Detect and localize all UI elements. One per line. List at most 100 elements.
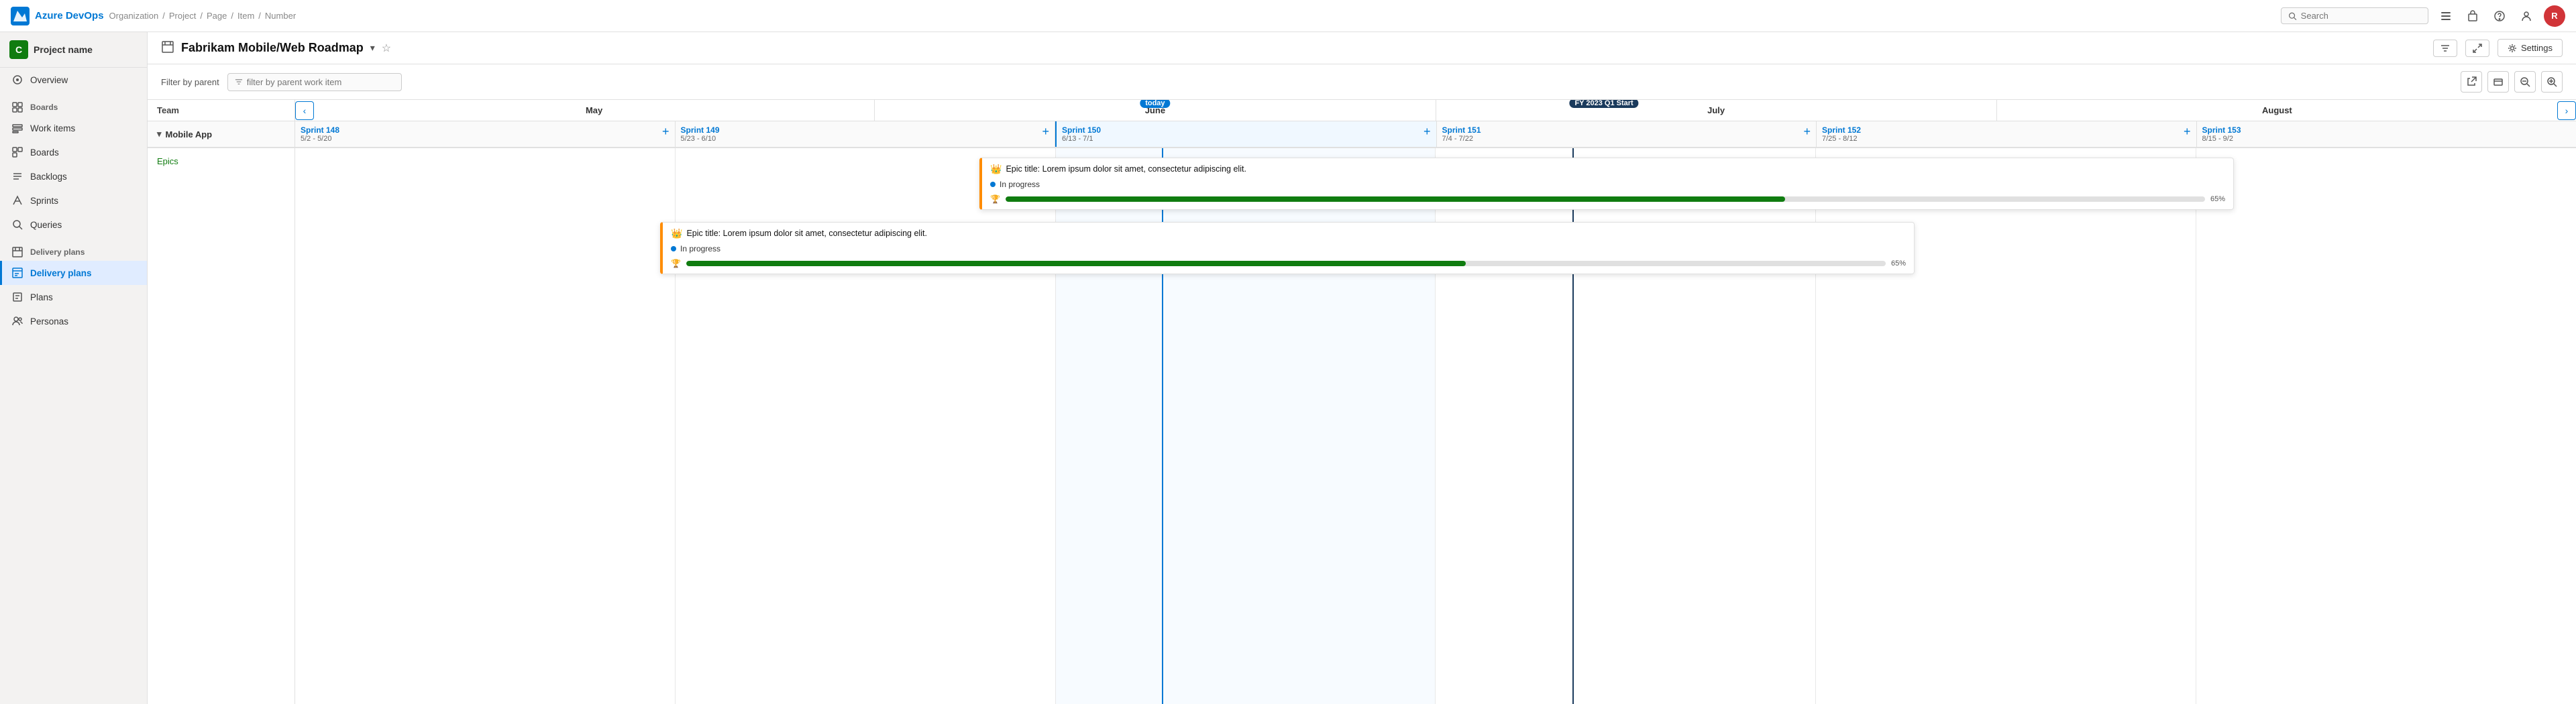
sprints-icon: [11, 194, 23, 207]
next-month-btn[interactable]: ›: [2557, 101, 2576, 120]
team-chevron-icon[interactable]: ▾: [157, 129, 162, 139]
app-logo[interactable]: Azure DevOps: [11, 7, 104, 25]
page-header: Fabrikam Mobile/Web Roadmap ▾ ☆ Settings: [148, 32, 2576, 64]
epic-1-status: In progress: [1000, 180, 1040, 189]
month-may: May: [314, 100, 875, 121]
zoom-out-btn[interactable]: [2514, 71, 2536, 93]
sprint-149-add-btn[interactable]: +: [1042, 125, 1049, 137]
epic-1-crown-icon: 👑: [990, 164, 1002, 175]
sidebar-item-work-items[interactable]: Work items: [0, 116, 147, 140]
roadmap-area: Team ‹ May today June FY 2023 Q1 Start: [148, 100, 2576, 704]
filter-btn[interactable]: [2433, 40, 2457, 57]
sidebar-item-personas[interactable]: Personas: [0, 309, 147, 333]
month-june: today June: [875, 100, 1436, 121]
epic-1-progress-bar: [1006, 196, 2205, 202]
cell-148: [295, 148, 676, 704]
team-label-col: Epics: [148, 148, 295, 704]
top-nav-right: R: [2281, 5, 2565, 27]
delivery-plans-icon: [11, 267, 23, 279]
cell-153: [2196, 148, 2576, 704]
personas-icon: [11, 315, 23, 327]
overview-icon: [11, 74, 23, 86]
filter-icon: [2440, 44, 2450, 53]
search-input[interactable]: [2301, 11, 2421, 21]
sidebar-project[interactable]: C Project name: [0, 32, 147, 68]
list-icon[interactable]: [2436, 7, 2455, 25]
team-type-link[interactable]: Epics: [157, 156, 285, 166]
trophy-icon: 🏆: [990, 194, 1000, 204]
breadcrumb: Organization / Project / Page / Item / N…: [109, 11, 297, 21]
page-header-actions: Settings: [2433, 39, 2563, 57]
roadmap-icon: [161, 40, 174, 56]
sprint-150-add-btn[interactable]: +: [1424, 125, 1431, 137]
help-icon[interactable]: [2490, 7, 2509, 25]
sidebar-item-plans[interactable]: Plans: [0, 285, 147, 309]
user-icon[interactable]: [2517, 7, 2536, 25]
timeline-header: Team ‹ May today June FY 2023 Q1 Start: [148, 100, 2576, 121]
epic-1-progress-fill: [1006, 196, 1785, 202]
search-box[interactable]: [2281, 7, 2428, 24]
title-chevron-icon[interactable]: ▾: [370, 42, 375, 54]
expand-btn[interactable]: [2465, 40, 2489, 57]
timeline-months: May today June FY 2023 Q1 Start July Aug…: [314, 100, 2557, 121]
sprint-148-add-btn[interactable]: +: [662, 125, 669, 137]
sidebar-item-sprints[interactable]: Sprints: [0, 188, 147, 213]
sidebar-item-backlogs[interactable]: Backlogs: [0, 164, 147, 188]
sidebar-item-delivery-plans[interactable]: Delivery plans: [0, 261, 147, 285]
epic-2-status-dot: [671, 246, 676, 251]
sidebar-section-delivery: Delivery plans: [0, 237, 147, 261]
epic-2-progress-bar: [686, 261, 1886, 266]
project-icon: C: [9, 40, 28, 59]
sprint-152-add-btn[interactable]: +: [2184, 125, 2191, 137]
epic-1-title: Epic title: Lorem ipsum dolor sit amet, …: [1006, 164, 1246, 176]
month-july: FY 2023 Q1 Start July: [1436, 100, 1997, 121]
filter-right: [2461, 71, 2563, 93]
collapse-btn[interactable]: [2487, 71, 2509, 93]
filter-input[interactable]: [247, 77, 394, 87]
epic-2-status: In progress: [680, 244, 720, 253]
filter-input-container[interactable]: [227, 73, 402, 91]
favorite-star-icon[interactable]: ☆: [382, 42, 391, 55]
avatar[interactable]: R: [2544, 5, 2565, 27]
epic-card-2[interactable]: 👑 Epic title: Lorem ipsum dolor sit amet…: [660, 222, 1915, 274]
gantt-cells: 👑 Epic title: Lorem ipsum dolor sit amet…: [295, 148, 2576, 704]
sprint-151: Sprint 151 7/4 - 7/22 +: [1437, 121, 1817, 147]
sprints-row: ▾ Mobile App Sprint 148 5/2 - 5/20 +: [148, 121, 2576, 148]
sidebar-item-queries[interactable]: Queries: [0, 213, 147, 237]
settings-button[interactable]: Settings: [2498, 39, 2563, 57]
sprint-148: Sprint 148 5/2 - 5/20 +: [295, 121, 676, 147]
zoom-in-btn[interactable]: [2541, 71, 2563, 93]
filter-bar: Filter by parent: [148, 64, 2576, 100]
link-btn[interactable]: [2461, 71, 2482, 93]
settings-icon: [2508, 44, 2517, 53]
page-title: Fabrikam Mobile/Web Roadmap: [181, 41, 364, 55]
epic-1-progress-pct: 65%: [2210, 195, 2225, 203]
epic-card-1[interactable]: 👑 Epic title: Lorem ipsum dolor sit amet…: [979, 158, 2234, 210]
boards-icon: [11, 101, 23, 113]
prev-month-btn[interactable]: ‹: [295, 101, 314, 120]
filter-input-icon: [235, 78, 243, 86]
sprint-151-add-btn[interactable]: +: [1803, 125, 1811, 137]
sidebar-item-boards[interactable]: Boards: [0, 140, 147, 164]
epic-2-title: Epic title: Lorem ipsum dolor sit amet, …: [686, 228, 927, 240]
trophy-2-icon: 🏆: [671, 259, 681, 268]
content-area: Fabrikam Mobile/Web Roadmap ▾ ☆ Settings…: [148, 32, 2576, 704]
fy-badge: FY 2023 Q1 Start: [1569, 100, 1638, 108]
expand-icon: [2473, 44, 2482, 53]
team-column-header: Team: [148, 100, 295, 121]
top-nav: Azure DevOps Organization / Project / Pa…: [0, 0, 2576, 32]
epic-2-progress-pct: 65%: [1891, 259, 1906, 268]
epic-1-status-dot: [990, 182, 996, 187]
sidebar-section-boards: Boards: [0, 92, 147, 116]
bag-icon[interactable]: [2463, 7, 2482, 25]
delivery-icon: [11, 246, 23, 258]
sidebar-item-overview[interactable]: Overview: [0, 68, 147, 92]
month-august: August: [1997, 100, 2557, 121]
sprint-153: Sprint 153 8/15 - 9/2: [2197, 121, 2576, 147]
epic-2-progress-fill: [686, 261, 1466, 266]
sidebar: C Project name Overview Boards Work item…: [0, 32, 148, 704]
sprint-149: Sprint 149 5/23 - 6/10 +: [676, 121, 1056, 147]
sprints-timeline: Sprint 148 5/2 - 5/20 + Sprint 149 5/23 …: [295, 121, 2576, 147]
plans-icon: [11, 291, 23, 303]
sprint-152: Sprint 152 7/25 - 8/12 +: [1817, 121, 2197, 147]
